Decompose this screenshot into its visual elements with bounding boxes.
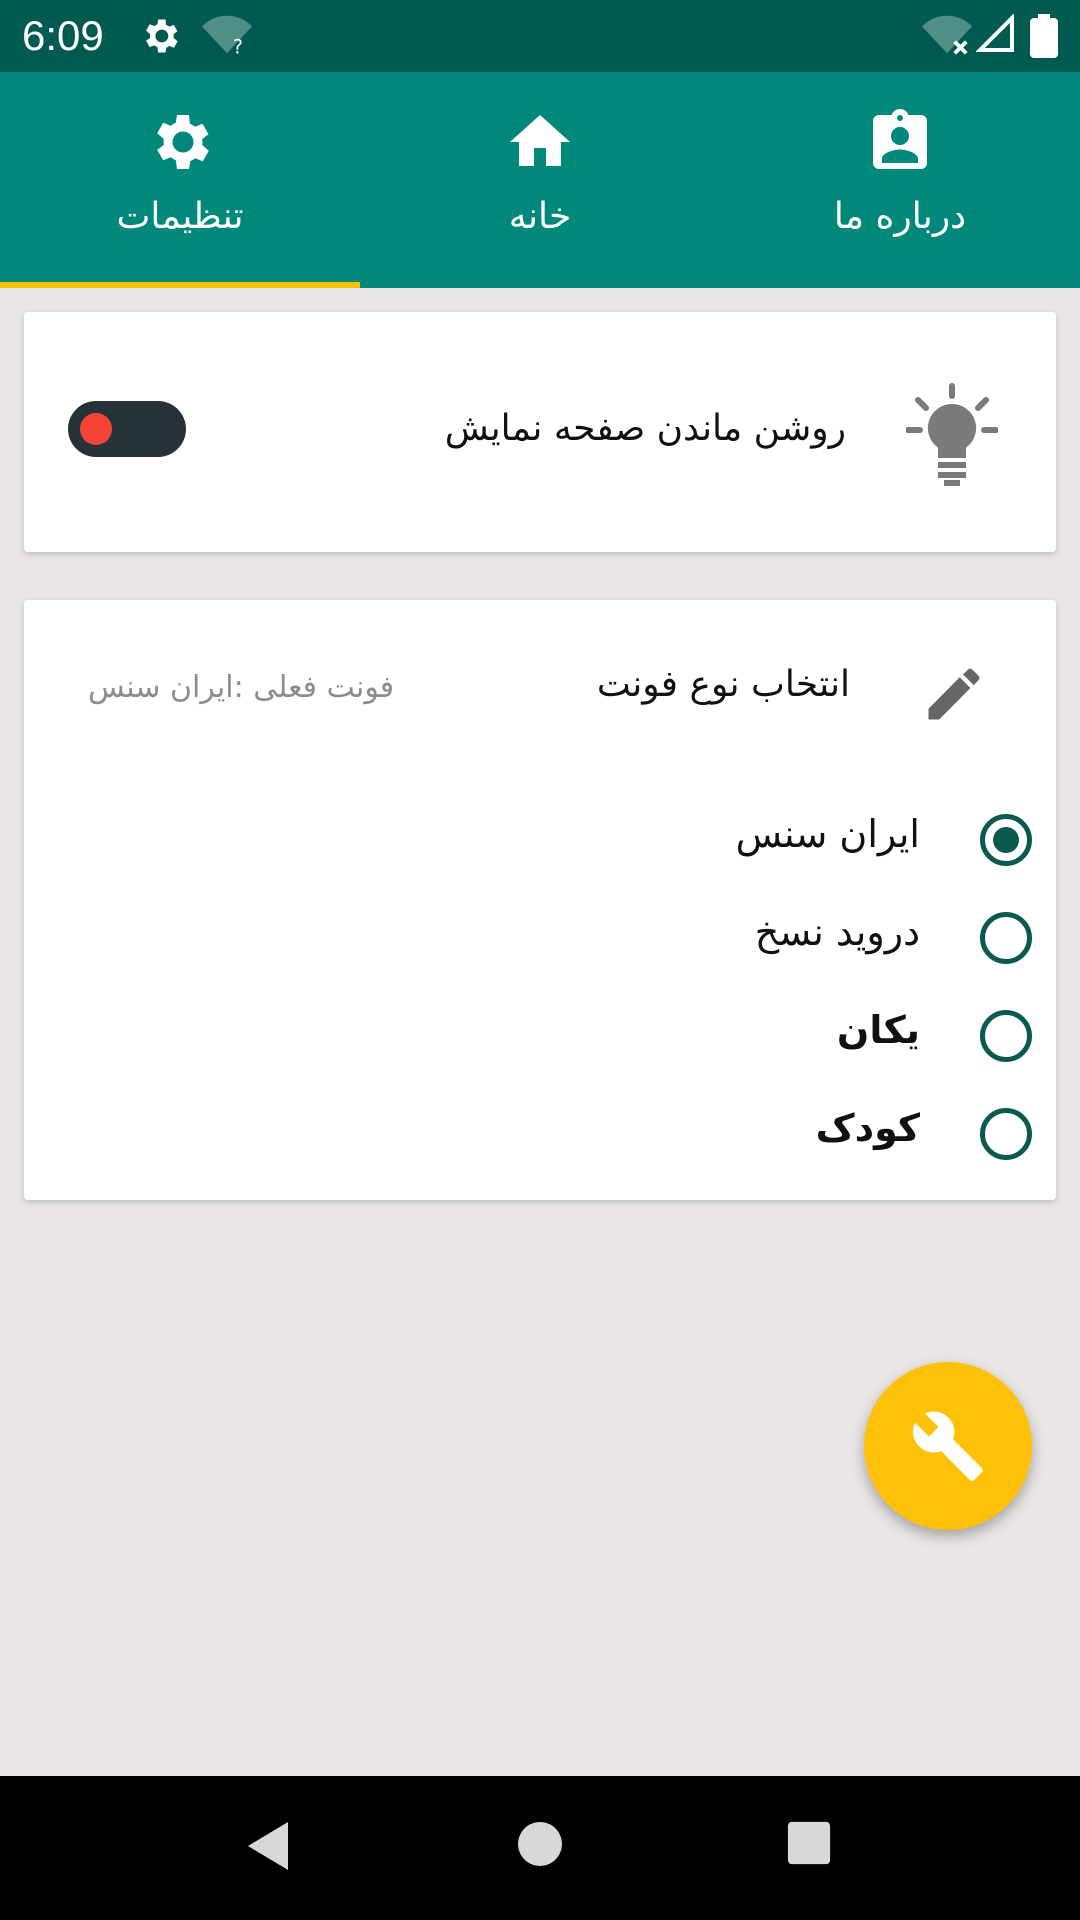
selected-tab-indicator bbox=[0, 282, 360, 288]
font-card-title: انتخاب نوع فونت bbox=[596, 664, 850, 705]
font-option-koodak[interactable]: کودک bbox=[432, 1094, 1032, 1184]
status-time: 6:09 bbox=[22, 12, 104, 59]
tab-about-label: درباره ما bbox=[833, 196, 967, 237]
home-icon bbox=[510, 115, 570, 166]
font-option-droid-naskh[interactable]: درويد نسخ bbox=[432, 898, 1032, 988]
signal-icon bbox=[976, 14, 1014, 52]
system-nav-bar bbox=[0, 1776, 1080, 1920]
current-font-text: فونت فعلی :ایران سنس bbox=[88, 670, 395, 705]
screen-on-card: روشن ماندن صفحه نمایش bbox=[24, 312, 1056, 552]
wifi-unknown-icon: ? bbox=[202, 15, 252, 58]
settings-icon bbox=[146, 19, 178, 53]
tab-home[interactable]: خانه bbox=[360, 72, 720, 288]
radio-button[interactable] bbox=[980, 1108, 1032, 1160]
radio-button[interactable] bbox=[980, 1010, 1032, 1062]
radio-selected-dot bbox=[993, 827, 1019, 853]
back-icon[interactable] bbox=[244, 1820, 292, 1872]
font-option-label: ایران سنس bbox=[735, 812, 920, 856]
pencil-icon[interactable] bbox=[920, 660, 988, 728]
screen-on-title: روشن ماندن صفحه نمایش bbox=[444, 408, 846, 449]
status-bar: 6:09 ? bbox=[0, 0, 1080, 72]
font-option-label: یکان bbox=[836, 1008, 920, 1052]
radio-button[interactable] bbox=[980, 912, 1032, 964]
radio-button[interactable] bbox=[980, 814, 1032, 866]
wrench-icon bbox=[913, 1411, 983, 1481]
wifi-x-icon bbox=[922, 15, 972, 55]
tab-home-label: خانه bbox=[508, 196, 572, 237]
battery-icon bbox=[1030, 14, 1058, 58]
account-box-icon bbox=[873, 109, 927, 169]
font-option-yekan[interactable]: یکان bbox=[432, 996, 1032, 1086]
lightbulb-icon bbox=[906, 383, 998, 486]
font-card: فونت فعلی :ایران سنس انتخاب نوع فونت ایر… bbox=[24, 600, 1056, 1200]
font-option-label: درويد نسخ bbox=[754, 910, 920, 954]
home-circle-icon[interactable] bbox=[516, 1820, 564, 1868]
switch-knob bbox=[80, 413, 112, 445]
wifi-question-mark: ? bbox=[233, 35, 243, 58]
screen-on-switch[interactable] bbox=[68, 401, 186, 457]
tab-settings[interactable]: تنظیمات bbox=[0, 72, 360, 288]
wrench-fab-button[interactable] bbox=[864, 1362, 1032, 1530]
settings-icon bbox=[157, 115, 209, 169]
tab-bar: درباره ما خانه تنظیمات bbox=[0, 72, 1080, 288]
font-option-iransans[interactable]: ایران سنس bbox=[432, 800, 1032, 890]
recents-icon[interactable] bbox=[786, 1820, 832, 1866]
tab-settings-label: تنظیمات bbox=[116, 196, 244, 237]
font-option-label: کودک bbox=[815, 1106, 920, 1150]
tab-about[interactable]: درباره ما bbox=[720, 72, 1080, 288]
